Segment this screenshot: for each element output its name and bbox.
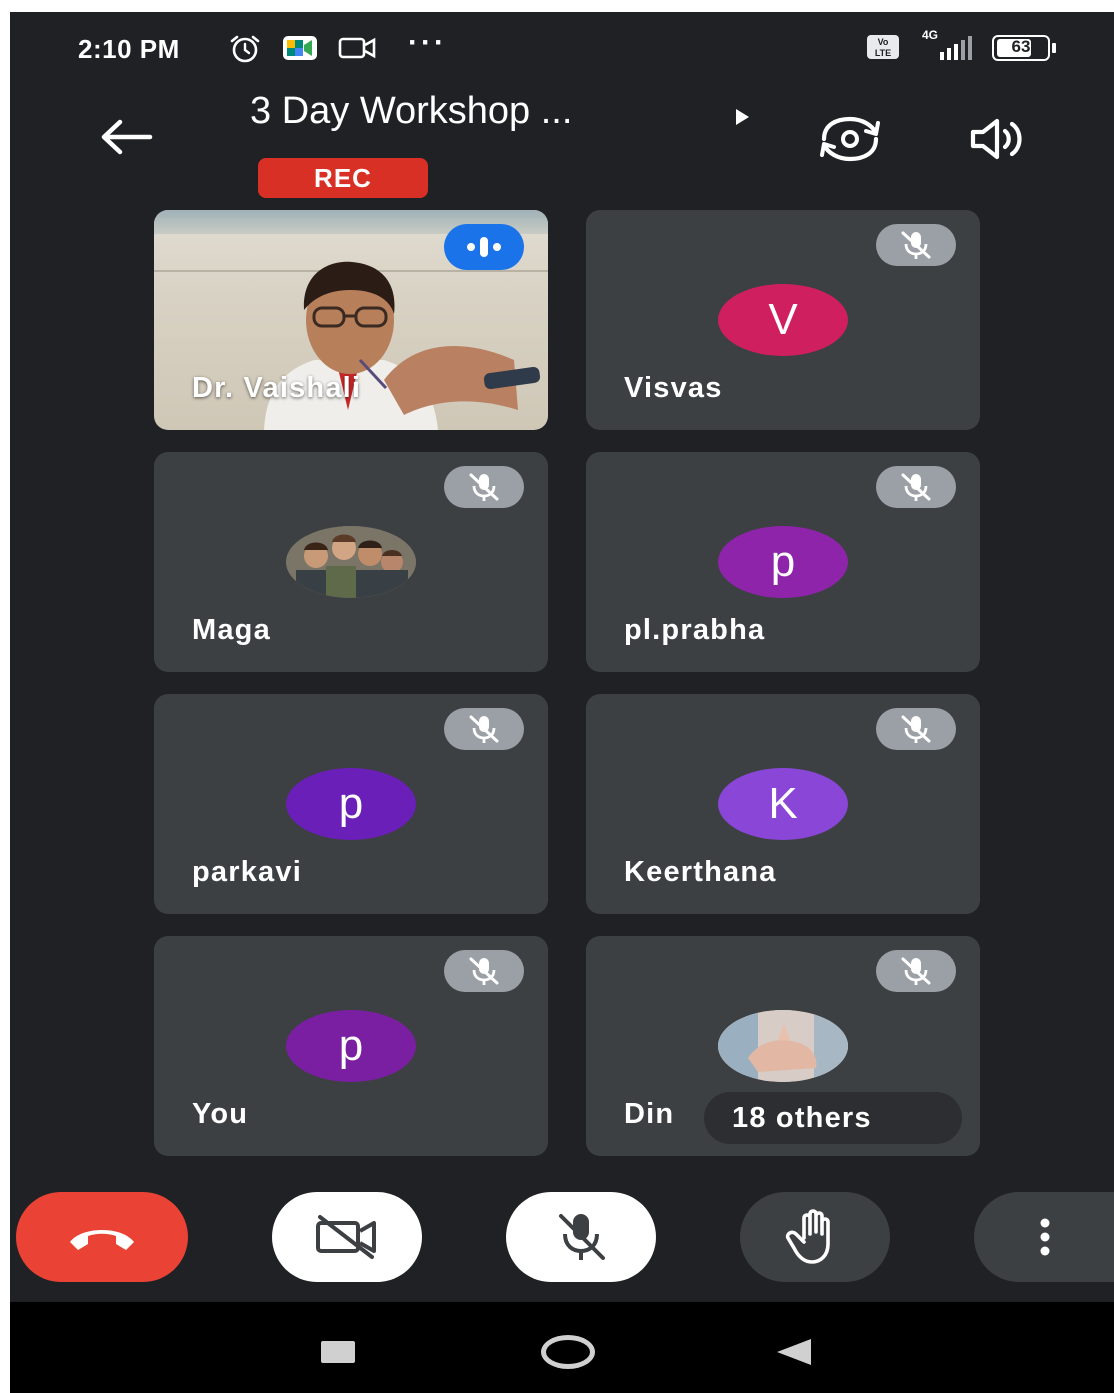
participant-avatar: K xyxy=(718,768,848,840)
square-icon xyxy=(321,1341,355,1363)
participant-avatar: p xyxy=(286,768,416,840)
alarm-icon xyxy=(230,35,260,63)
participant-tile-others[interactable]: Din 18 others xyxy=(586,936,980,1156)
recents-button[interactable] xyxy=(308,1324,368,1380)
participant-avatar: p xyxy=(286,1010,416,1082)
mic-off-icon xyxy=(901,473,931,501)
muted-indicator xyxy=(444,466,524,508)
svg-text:LTE: LTE xyxy=(875,48,891,58)
speaker-button[interactable] xyxy=(960,112,1036,166)
participant-tile-keerthana[interactable]: K Keerthana xyxy=(586,694,980,914)
video-status-icon xyxy=(338,37,376,59)
status-bar: 2:10 PM ··· Vo LTE 4G 63 xyxy=(10,12,1114,82)
end-call-button[interactable] xyxy=(16,1192,188,1282)
more-options-icon xyxy=(1040,1218,1050,1256)
recording-badge: REC xyxy=(258,158,428,198)
more-options-button[interactable] xyxy=(974,1192,1114,1282)
camera-toggle-button[interactable] xyxy=(272,1192,422,1282)
muted-indicator xyxy=(444,708,524,750)
group-photo-image xyxy=(286,526,416,598)
muted-indicator xyxy=(876,708,956,750)
camera-off-icon xyxy=(316,1215,376,1259)
muted-indicator xyxy=(444,950,524,992)
end-call-icon xyxy=(70,1230,134,1250)
battery-indicator: 63 xyxy=(992,35,1056,61)
mic-off-icon xyxy=(901,957,931,985)
mic-off-icon xyxy=(559,1214,605,1260)
arrow-left-icon xyxy=(101,119,153,155)
home-button[interactable] xyxy=(536,1324,600,1380)
participant-name: Keerthana xyxy=(624,856,777,888)
signal-bars-icon xyxy=(940,36,972,60)
meet-app-icon xyxy=(283,36,317,60)
switch-camera-icon xyxy=(820,116,880,162)
back-button[interactable] xyxy=(96,112,156,162)
participant-tile-maga[interactable]: Maga xyxy=(154,452,548,672)
mic-off-icon xyxy=(901,231,931,259)
audio-level-icon xyxy=(467,237,501,257)
mic-off-icon xyxy=(469,957,499,985)
participant-photo-avatar xyxy=(286,526,416,598)
mic-toggle-button[interactable] xyxy=(506,1192,656,1282)
participant-name: Maga xyxy=(192,614,271,646)
participant-photo-avatar xyxy=(718,1010,848,1082)
battery-percent: 63 xyxy=(1011,37,1031,56)
battery-tip xyxy=(1052,43,1056,53)
participant-name: Visvas xyxy=(624,372,723,404)
participant-name: You xyxy=(192,1098,249,1130)
muted-indicator xyxy=(876,466,956,508)
participant-tile-pl-prabha[interactable]: p pl.prabha xyxy=(586,452,980,672)
status-time: 2:10 PM xyxy=(78,34,180,64)
participant-tile-dr-vaishali[interactable]: Dr. Vaishali xyxy=(154,210,548,430)
signal-indicator: 4G xyxy=(922,28,982,62)
raise-hand-button[interactable] xyxy=(740,1192,890,1282)
back-triangle-icon xyxy=(777,1339,811,1365)
participant-name: pl.prabha xyxy=(624,614,766,646)
raise-hand-icon xyxy=(785,1209,830,1264)
home-circle-icon xyxy=(541,1335,595,1369)
volte-icon: Vo LTE xyxy=(867,35,899,59)
speaker-icon xyxy=(970,118,1022,160)
mic-off-icon xyxy=(469,473,499,501)
mic-off-icon xyxy=(469,715,499,743)
status-overflow-dots: ··· xyxy=(408,26,447,59)
hand-photo-image xyxy=(718,1010,848,1082)
others-count-pill[interactable]: 18 others xyxy=(704,1092,962,1144)
caret-right-icon[interactable] xyxy=(732,106,752,128)
participant-tile-you[interactable]: p You xyxy=(154,936,548,1156)
system-back-button[interactable] xyxy=(762,1324,826,1380)
participant-name: Din xyxy=(624,1098,675,1130)
participant-name: parkavi xyxy=(192,856,302,888)
participant-tile-visvas[interactable]: V Visvas xyxy=(586,210,980,430)
participant-tile-parkavi[interactable]: p parkavi xyxy=(154,694,548,914)
muted-indicator xyxy=(876,224,956,266)
speaking-indicator xyxy=(444,224,524,270)
svg-text:Vo: Vo xyxy=(878,37,889,47)
participant-name: Dr. Vaishali xyxy=(192,372,362,404)
participant-avatar: V xyxy=(718,284,848,356)
meet-call-screen: 2:10 PM ··· Vo LTE 4G 63 3 Day Workshop … xyxy=(10,12,1114,1393)
mic-off-icon xyxy=(901,715,931,743)
muted-indicator xyxy=(876,950,956,992)
meeting-title[interactable]: 3 Day Workshop ... xyxy=(250,90,572,133)
participant-avatar: p xyxy=(718,526,848,598)
system-navigation-bar xyxy=(10,1302,1114,1393)
switch-camera-button[interactable] xyxy=(812,112,888,166)
